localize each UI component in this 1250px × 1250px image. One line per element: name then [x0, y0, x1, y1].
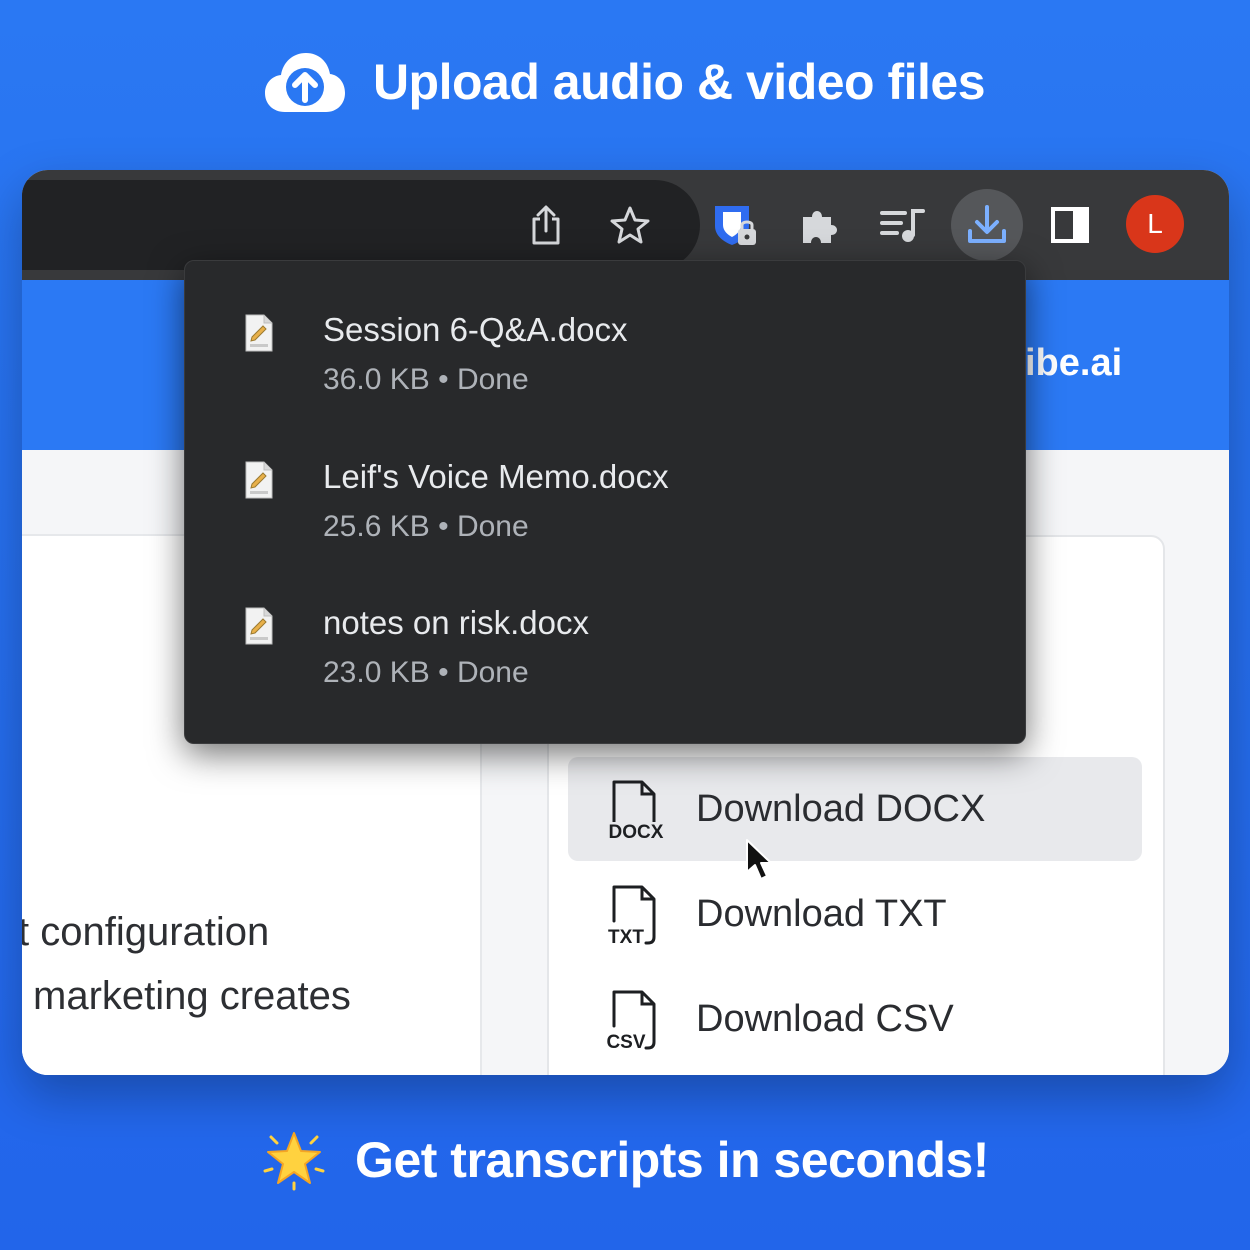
download-meta: 25.6 KB • Done: [323, 510, 529, 543]
download-txt-label: Download TXT: [696, 892, 947, 935]
download-filename: notes on risk.docx: [323, 604, 589, 641]
document-file-icon: [243, 606, 275, 651]
document-file-icon: [243, 460, 275, 505]
csv-badge: CSV: [606, 1032, 645, 1052]
download-meta: 36.0 KB • Done: [323, 363, 529, 396]
bookmark-star-icon[interactable]: [600, 195, 660, 255]
download-csv-button[interactable]: CSV Download CSV: [568, 967, 1142, 1071]
password-manager-icon[interactable]: [705, 195, 765, 255]
txt-badge: TXT: [608, 927, 644, 947]
download-meta: 23.0 KB • Done: [323, 656, 529, 689]
download-item[interactable]: notes on risk.docx 23.0 KB • Done: [185, 554, 1025, 689]
top-headline-text: Upload audio & video files: [372, 54, 986, 110]
address-bar[interactable]: [22, 180, 700, 270]
browser-window: L ibe.ai t configuration marketing creat…: [22, 170, 1229, 1075]
document-file-icon: [243, 313, 275, 358]
transcript-line: t configuration: [22, 910, 270, 954]
bottom-headline: Get transcripts in seconds!: [0, 1118, 1250, 1202]
top-headline: Upload audio & video files: [0, 40, 1250, 124]
txt-file-icon: TXT: [606, 881, 686, 947]
cloud-upload-icon: [264, 50, 345, 114]
docx-badge: DOCX: [609, 822, 664, 842]
download-filename: Leif's Voice Memo.docx: [323, 458, 669, 495]
csv-file-icon: CSV: [606, 986, 686, 1052]
download-item[interactable]: Session 6-Q&A.docx 36.0 KB • Done: [185, 261, 1025, 396]
downloads-popup: Session 6-Q&A.docx 36.0 KB • Done Leif's…: [184, 260, 1026, 744]
bottom-headline-text: Get transcripts in seconds!: [355, 1132, 989, 1188]
mouse-pointer-icon: [744, 838, 774, 887]
download-docx-button[interactable]: DOCX Download DOCX: [568, 757, 1142, 861]
docx-file-icon: DOCX: [606, 776, 686, 842]
downloads-icon[interactable]: [951, 189, 1023, 261]
avatar[interactable]: L: [1126, 195, 1184, 253]
star-icon: [261, 1127, 327, 1193]
media-control-icon[interactable]: [872, 195, 932, 255]
download-filename: Session 6-Q&A.docx: [323, 311, 628, 348]
site-brand-partial: ibe.ai: [1025, 342, 1123, 384]
share-icon[interactable]: [516, 195, 576, 255]
download-csv-label: Download CSV: [696, 997, 954, 1040]
side-panel-icon[interactable]: [1040, 195, 1100, 255]
download-item[interactable]: Leif's Voice Memo.docx 25.6 KB • Done: [185, 408, 1025, 543]
transcript-line: marketing creates: [33, 974, 351, 1018]
download-txt-button[interactable]: TXT Download TXT: [568, 862, 1142, 966]
extensions-icon[interactable]: [789, 195, 849, 255]
download-docx-label: Download DOCX: [696, 787, 986, 830]
